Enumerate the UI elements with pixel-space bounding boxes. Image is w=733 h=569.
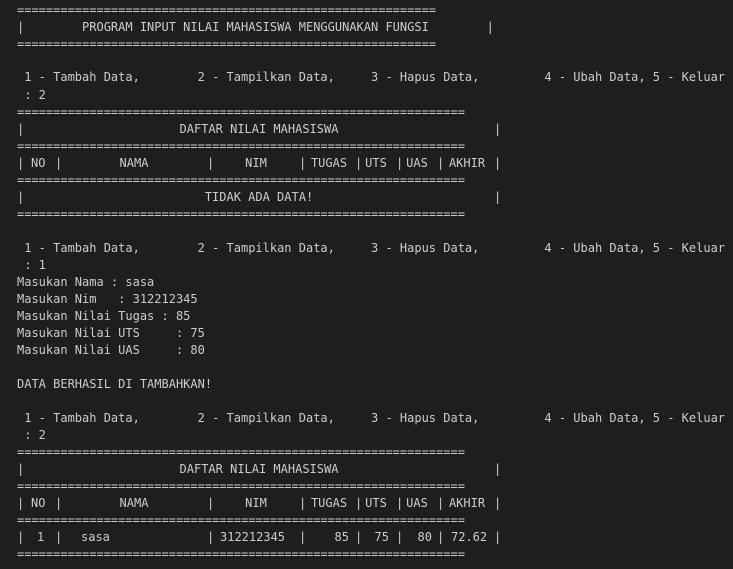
input-prompt: Masukan Nama : sasa [17,275,155,289]
separator: ========================================… [17,445,465,459]
input-prompt: Masukan Nilai UAS : 80 [17,343,205,357]
cell-nama: sasa [81,530,110,544]
cell-uas: 80 [417,530,432,544]
column-header: AKHIR [448,496,486,510]
table-header-row: | NO | NAMA | NIM | TUGAS | UTS | UAS | … [17,496,502,510]
terminal-output[interactable]: ========================================… [0,0,733,569]
column-header: AKHIR [448,156,486,170]
menu-line: 1 - Tambah Data, 2 - Tampilkan Data, 3 -… [17,411,726,425]
column-header: UTS [365,496,387,510]
separator: ========================================… [17,207,465,221]
table-title-row: | DAFTAR NILAI MAHASISWA | [17,122,502,136]
cell-tugas: 85 [334,530,349,544]
input-prompt: Masukan Nilai UTS : 75 [17,326,205,340]
separator: ========================================… [17,173,465,187]
cell-uts: 75 [374,530,389,544]
column-header: NAMA [119,496,149,510]
success-message: DATA BERHASIL DI TAMBAHKAN! [17,377,213,391]
separator: ========================================… [17,547,465,561]
cell-nim: 312212345 [220,530,286,544]
column-header: UTS [365,156,387,170]
table-title: DAFTAR NILAI MAHASISWA [179,462,339,476]
column-header: TUGAS [310,496,348,510]
column-header: NO [31,156,46,170]
separator: ========================================… [17,3,437,17]
column-header: NIM [245,496,267,510]
input-prompt: Masukan Nim : 312212345 [17,292,198,306]
table-row: | 1 | sasa | 312212345 | 85 | 75 | 80 | … [17,530,502,544]
cell-akhir: 72.62 [451,530,488,544]
table-title: DAFTAR NILAI MAHASISWA [179,122,339,136]
column-header: UAS [406,156,428,170]
table-header-row: | NO | NAMA | NIM | TUGAS | UTS | UAS | … [17,156,502,170]
menu-choice: : 1 [17,258,46,272]
menu-choice: : 2 [17,428,46,442]
separator: ========================================… [17,479,465,493]
empty-row: | TIDAK ADA DATA! | [17,190,502,204]
input-prompt: Masukan Nilai Tugas : 85 [17,309,191,323]
column-header: TUGAS [310,156,348,170]
menu-choice: : 2 [17,88,46,102]
separator: ========================================… [17,37,437,51]
column-header: NO [31,496,46,510]
empty-message: TIDAK ADA DATA! [204,190,314,204]
separator: ========================================… [17,139,465,153]
separator: ========================================… [17,513,465,527]
column-header: UAS [406,496,428,510]
cell-no: 1 [37,530,45,544]
column-header: NIM [245,156,267,170]
menu-line: 1 - Tambah Data, 2 - Tampilkan Data, 3 -… [17,70,726,84]
table-title-row: | DAFTAR NILAI MAHASISWA | [17,462,502,476]
column-header: NAMA [119,156,149,170]
menu-line: 1 - Tambah Data, 2 - Tampilkan Data, 3 -… [17,241,726,255]
program-banner: | PROGRAM INPUT NILAI MAHASISWA MENGGUNA… [17,20,494,34]
separator: ========================================… [17,105,465,119]
